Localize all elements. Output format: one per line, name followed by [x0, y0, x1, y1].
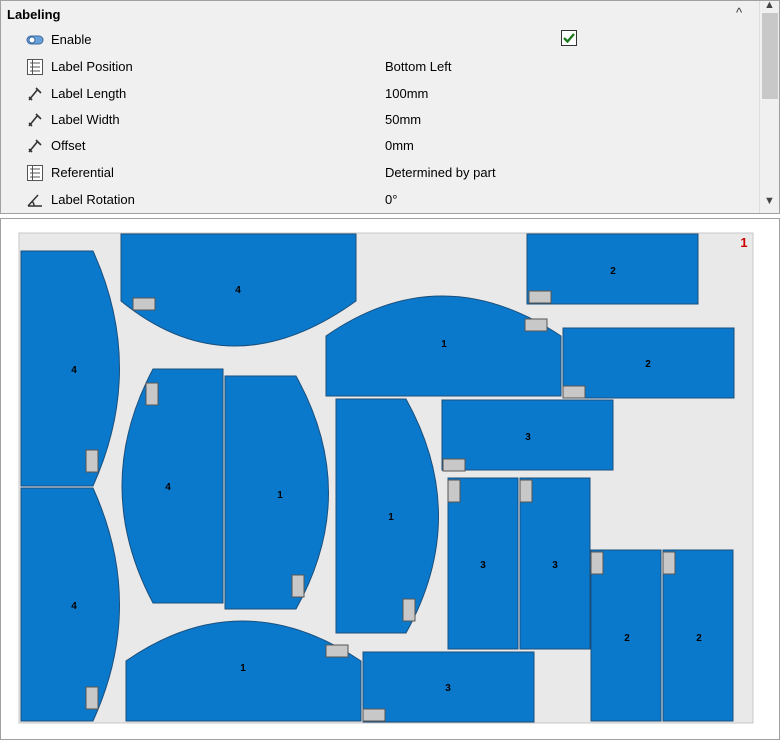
part-label-tag	[519, 479, 533, 503]
part-label-tag	[442, 458, 466, 472]
property-name: Enable	[51, 32, 92, 47]
part-number: 1	[441, 339, 447, 350]
part-label-tag	[325, 644, 349, 658]
part-number: 1	[388, 512, 394, 523]
property-row-referential[interactable]: Referential Determined by part	[1, 160, 759, 186]
part-number: 4	[235, 285, 241, 296]
part-label-tag	[524, 318, 548, 332]
property-row-enable[interactable]: Enable	[1, 27, 759, 53]
list-icon	[27, 165, 43, 181]
property-name: Label Position	[51, 59, 133, 74]
checkmark-icon	[563, 33, 575, 44]
part-number: 1	[277, 490, 283, 501]
property-row-label-width[interactable]: Label Width 50mm	[1, 107, 759, 133]
part-label-tag	[145, 382, 159, 406]
property-value[interactable]: 100mm	[385, 86, 428, 101]
property-value[interactable]: 50mm	[385, 112, 421, 127]
part-label-tag	[85, 449, 99, 473]
labeling-property-grid: Labeling ^ Enable Label Position Bottom …	[0, 0, 780, 214]
nesting-canvas: 4 2 1 4 2 4 1 1 3 3 3 4 1 3 2 2 1	[18, 232, 754, 724]
caliper-icon	[28, 139, 42, 153]
part-number: 2	[696, 633, 702, 644]
part	[121, 368, 224, 604]
part-label-tag	[291, 574, 305, 598]
part-label-tag	[528, 290, 552, 304]
property-name: Referential	[51, 165, 114, 180]
scroll-down-arrow-icon[interactable]: ▼	[764, 195, 775, 207]
nesting-preview: 4 2 1 4 2 4 1 1 3 3 3 4 1 3 2 2 1	[0, 218, 780, 740]
property-row-label-length[interactable]: Label Length 100mm	[1, 81, 759, 107]
property-value[interactable]: 0°	[385, 192, 397, 207]
part-label-tag	[447, 479, 461, 503]
part-number: 3	[480, 560, 486, 571]
property-value[interactable]: Bottom Left	[385, 59, 451, 74]
part-label-tag	[562, 385, 586, 399]
part-label-tag	[662, 551, 676, 575]
property-row-offset[interactable]: Offset 0mm	[1, 133, 759, 159]
part-number: 4	[165, 482, 171, 493]
part-number: 1	[240, 663, 246, 674]
scrollbar-thumb[interactable]	[762, 13, 778, 99]
property-name: Offset	[51, 138, 86, 153]
part-number: 3	[552, 560, 558, 571]
part-label-tag	[402, 598, 416, 622]
part-number: 2	[624, 633, 630, 644]
property-name: Label Rotation	[51, 192, 135, 207]
part-label-tag	[85, 686, 99, 710]
part-label-tag	[590, 551, 604, 575]
caliper-icon	[28, 113, 42, 127]
enable-checkbox[interactable]	[561, 30, 577, 46]
part-number: 4	[71, 601, 77, 612]
property-name: Label Width	[51, 112, 120, 127]
part-label-tag	[362, 708, 386, 722]
part-number: 4	[71, 365, 77, 376]
angle-icon	[27, 194, 42, 207]
toggle-icon	[26, 35, 44, 45]
caliper-icon	[28, 87, 42, 101]
property-row-label-rotation[interactable]: Label Rotation 0°	[1, 187, 759, 213]
property-value[interactable]: 0mm	[385, 138, 414, 153]
part-number: 3	[445, 683, 451, 694]
part-label-tag	[132, 297, 156, 311]
part-number: 2	[645, 359, 651, 370]
sheet-number: 1	[740, 235, 747, 250]
collapse-chevron-icon[interactable]: ^	[736, 5, 742, 20]
section-header-labeling[interactable]: Labeling	[7, 7, 60, 22]
scroll-up-arrow-icon[interactable]: ▲	[764, 1, 775, 11]
part-number: 3	[525, 432, 531, 443]
vertical-scrollbar[interactable]: ▲ ▼	[759, 1, 779, 213]
property-name: Label Length	[51, 86, 127, 101]
property-row-label-position[interactable]: Label Position Bottom Left	[1, 54, 759, 80]
part-number: 2	[610, 266, 616, 277]
list-icon	[27, 59, 43, 75]
property-value[interactable]: Determined by part	[385, 165, 496, 180]
